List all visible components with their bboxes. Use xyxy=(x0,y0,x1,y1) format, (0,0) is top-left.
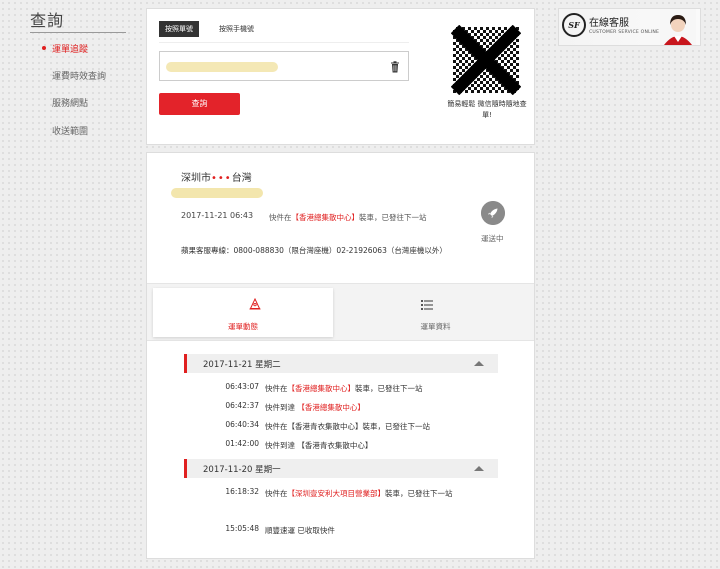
event-time: 16:18:32 xyxy=(225,487,259,496)
wechat-qr-code xyxy=(451,25,521,95)
event-place: 【香港青衣集散中心】 xyxy=(287,422,363,431)
latest-event-text: 快件在【香港總集散中心】裝車，已發往下一站 xyxy=(269,211,439,224)
route-destination: 台灣 xyxy=(231,173,252,184)
event-suffix: 裝車，已發往下一站 xyxy=(385,489,453,498)
event-text: 快件在【深圳壹安利大項目營業部】裝車，已發往下一站 xyxy=(265,487,487,500)
tab-waybill-dynamics[interactable]: 運單動態 xyxy=(153,288,333,337)
event-text: 快件到達 【香港青衣集散中心】 xyxy=(265,439,487,452)
route-origin: 深圳市 xyxy=(181,173,211,184)
event-prefix: 順豐速運 已收取快件 xyxy=(265,526,335,535)
customer-service-subtitle: CUSTOMER SERVICE ONLINE xyxy=(589,30,660,35)
latest-event-time: 2017-11-21 06:43 xyxy=(181,211,254,220)
customer-service-banner[interactable]: SF 在線客服 CUSTOMER SERVICE ONLINE xyxy=(558,8,701,46)
latest-event-place[interactable]: 【香港總集散中心】 xyxy=(292,213,360,222)
day-header[interactable]: 2017-11-21 星期二 xyxy=(184,354,498,373)
route: 深圳市•••台灣 xyxy=(181,169,252,184)
latest-event-prefix: 快件在 xyxy=(269,213,292,222)
tab-waybill-dynamics-label: 運單動態 xyxy=(228,322,258,331)
map-pin-icon xyxy=(249,298,261,310)
divider xyxy=(30,32,126,33)
event-place-link[interactable]: 【香港總集散中心】 xyxy=(288,384,356,393)
divider xyxy=(156,142,211,144)
detail-tabs: 運單動態 運單資料 xyxy=(147,283,534,341)
event-prefix: 快件到達 xyxy=(265,441,298,450)
event-time: 06:43:07 xyxy=(225,382,259,391)
event-text: 快件在【香港總集散中心】裝車，已發往下一站 xyxy=(265,382,487,395)
sidebar-item-freight-query[interactable]: 運費時效查詢 xyxy=(52,69,106,82)
sidebar-title: 查詢 xyxy=(30,11,65,30)
day-header[interactable]: 2017-11-20 星期一 xyxy=(184,459,498,478)
event-time: 15:05:48 xyxy=(225,524,259,533)
event-suffix: 裝車，已發往下一站 xyxy=(355,384,423,393)
divider xyxy=(159,42,409,43)
list-icon xyxy=(421,300,433,310)
day-date: 2017-11-21 星期二 xyxy=(203,360,281,370)
event-prefix: 快件在 xyxy=(265,489,288,498)
collapse-triangle-icon[interactable] xyxy=(474,361,484,366)
agent-avatar-icon xyxy=(660,9,696,45)
tab-by-waybill[interactable]: 按照單號 xyxy=(159,21,199,37)
tab-waybill-info[interactable]: 運單資料 xyxy=(343,288,528,337)
event-time: 01:42:00 xyxy=(225,439,259,448)
apple-hotline: 蘋果客服專線：0800-088830（限台灣座機）02-21926063（台灣座… xyxy=(181,246,447,255)
route-dots: ••• xyxy=(211,173,232,184)
event-text: 快件到達 【香港總集散中心】 xyxy=(265,401,487,414)
query-button[interactable]: 查詢 xyxy=(159,93,240,115)
event-prefix: 快件在 xyxy=(265,384,288,393)
qr-caption: 簡易輕鬆 微信隨時隨地查單! xyxy=(447,100,527,119)
event-text: 順豐速運 已收取快件 xyxy=(265,524,487,537)
event-suffix: 裝車，已發往下一站 xyxy=(362,422,431,431)
customer-service-title: 在線客服 xyxy=(589,18,629,29)
day-date: 2017-11-20 星期一 xyxy=(203,465,281,475)
trash-icon[interactable] xyxy=(390,61,400,73)
event-place: 【香港青衣集散中心】 xyxy=(297,441,373,450)
sidebar-item-delivery-range[interactable]: 收送範圍 xyxy=(52,124,88,137)
collapse-triangle-icon[interactable] xyxy=(474,466,484,471)
sf-logo: SF xyxy=(562,13,586,37)
event-place-link[interactable]: 【深圳壹安利大項目營業部】 xyxy=(288,489,386,498)
event-place-link[interactable]: 【香港總集散中心】 xyxy=(297,403,365,412)
sidebar-item-service-outlets[interactable]: 服務網點 xyxy=(52,96,88,109)
sidebar-item-waybill-tracking[interactable]: 運單追蹤 xyxy=(41,42,88,55)
shipment-detail-card: 深圳市•••台灣 2017-11-21 06:43 快件在【香港總集散中心】裝車… xyxy=(146,152,535,559)
tab-waybill-info-label: 運單資料 xyxy=(420,322,451,331)
waybill-input[interactable] xyxy=(159,51,409,81)
event-prefix: 快件到達 xyxy=(265,403,298,412)
event-text: 快件在【香港青衣集散中心】裝車，已發往下一站 xyxy=(265,420,487,433)
latest-event-suffix: 裝車，已發往下一站 xyxy=(359,213,427,222)
search-card: 按照單號 按照手機號 查詢 簡易輕鬆 微信隨時隨地查單! xyxy=(146,8,535,145)
rocket-icon xyxy=(481,201,505,225)
redacted-recipient xyxy=(171,188,263,198)
tab-by-phone[interactable]: 按照手機號 xyxy=(217,21,256,37)
redaction-cross-icon xyxy=(451,25,521,95)
event-time: 06:40:34 xyxy=(225,420,259,429)
event-time: 06:42:37 xyxy=(225,401,259,410)
shipment-status: 運送中 xyxy=(481,234,504,243)
event-prefix: 快件在 xyxy=(265,422,288,431)
redacted-waybill-number xyxy=(166,62,278,72)
